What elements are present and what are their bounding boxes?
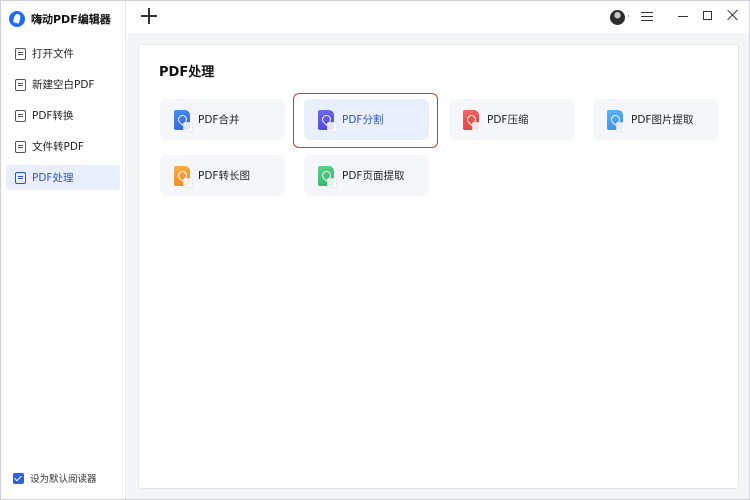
default-reader-label: 设为默认阅读器 [30,474,97,485]
pdf-split-icon [318,109,337,132]
sidebar: 嗨动PDF编辑器 打开文件 新建空白PDF PDF转换 文件转PDF PDF处理… [1,1,126,499]
image-file-icon [15,78,26,91]
sidebar-item-file-to-pdf[interactable]: 文件转PDF [6,134,120,159]
default-reader-checkbox[interactable] [13,472,24,484]
pdf-convert-icon [15,109,26,122]
sidebar-item-label: PDF转换 [32,110,74,122]
tool-label: PDF图片提取 [631,114,694,126]
pdf-merge-icon [174,109,193,132]
app-brand: 嗨动PDF编辑器 [9,9,111,29]
sidebar-item-label: 文件转PDF [32,141,84,153]
tool-pdf-merge[interactable]: PDF合并 [160,99,285,140]
avatar[interactable] [610,10,625,25]
close-icon[interactable] [727,9,739,21]
title-bar: · [127,1,749,33]
sidebar-item-label: 打开文件 [32,48,74,60]
tool-pdf-split[interactable]: PDF分割 [304,99,429,140]
tool-label: PDF压缩 [487,114,529,126]
sidebar-nav: 打开文件 新建空白PDF PDF转换 文件转PDF PDF处理 [6,41,120,196]
tool-pdf-to-long-image[interactable]: PDF转长图 [160,155,285,196]
avatar-menu-dot[interactable]: · [627,12,630,22]
sidebar-item-open-file[interactable]: 打开文件 [6,41,120,66]
sidebar-item-pdf-process[interactable]: PDF处理 [6,165,120,190]
pdf-process-icon [15,171,26,184]
app-logo-icon [9,11,25,27]
tool-label: PDF转长图 [198,170,250,182]
tool-pdf-page-extract[interactable]: PDF页面提取 [304,155,429,196]
pdf-page-extract-icon [318,165,337,188]
sidebar-item-label: PDF处理 [32,172,74,184]
tool-label: PDF合并 [198,114,240,126]
hamburger-icon[interactable] [641,12,653,22]
app-name: 嗨动PDF编辑器 [31,13,111,26]
sidebar-item-pdf-convert[interactable]: PDF转换 [6,103,120,128]
tool-label: PDF页面提取 [342,170,405,182]
default-reader-option[interactable]: 设为默认阅读器 [13,471,97,485]
maximize-icon[interactable] [703,11,712,20]
tool-label: PDF分割 [342,114,384,126]
pdf-image-extract-icon [607,109,626,132]
tool-pdf-compress[interactable]: PDF压缩 [449,99,574,140]
pdf-to-long-image-icon [174,165,193,188]
pdf-compress-icon [463,109,482,132]
page-title: PDF处理 [159,65,215,80]
sidebar-item-new-blank-pdf[interactable]: 新建空白PDF [6,72,120,97]
plus-icon[interactable] [141,8,157,24]
minimize-icon[interactable] [678,16,688,18]
sidebar-item-label: 新建空白PDF [32,79,95,91]
file-open-icon [15,47,26,60]
file-to-pdf-icon [15,140,26,153]
tool-pdf-image-extract[interactable]: PDF图片提取 [593,99,718,140]
